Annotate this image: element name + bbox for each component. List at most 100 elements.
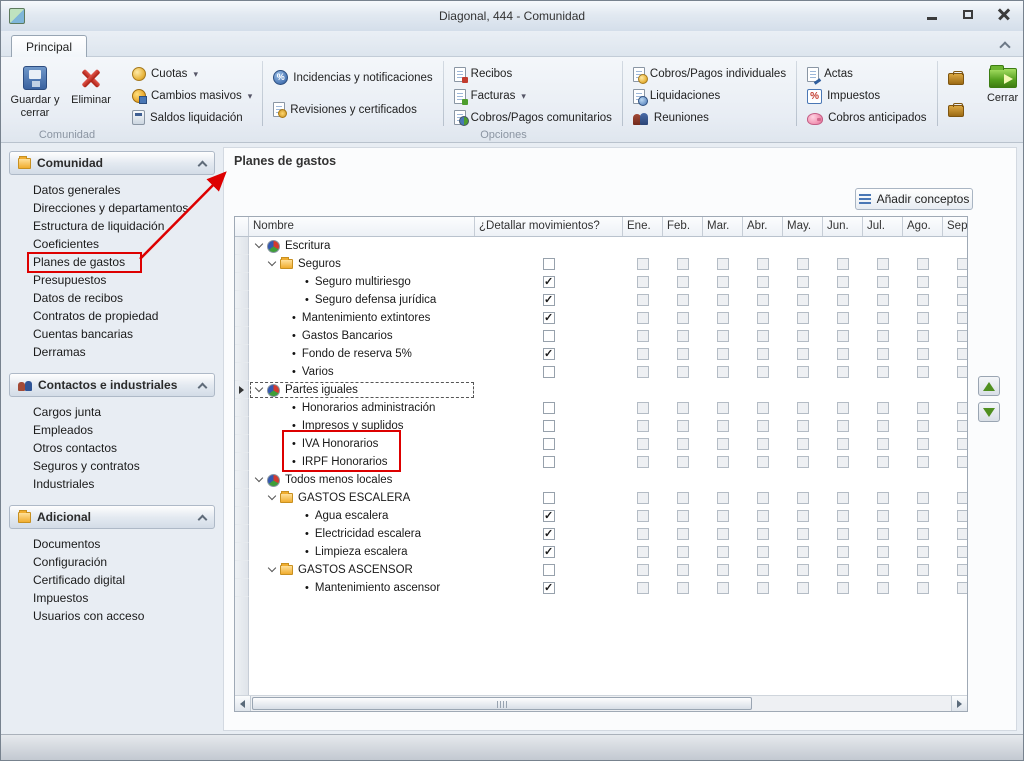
- grid-row-honorarios-administracion[interactable]: •Honorarios administración: [235, 399, 968, 417]
- detail-checkbox[interactable]: [543, 420, 555, 432]
- month-checkbox[interactable]: [877, 348, 889, 360]
- detail-checkbox[interactable]: [543, 456, 555, 468]
- column-header-abr[interactable]: Abr.: [743, 217, 783, 236]
- row-selector[interactable]: [235, 561, 249, 579]
- month-checkbox[interactable]: [837, 438, 849, 450]
- month-checkbox[interactable]: [877, 492, 889, 504]
- tree-node[interactable]: •Mantenimiento ascensor: [249, 579, 475, 597]
- detail-checkbox[interactable]: [543, 402, 555, 414]
- row-selector[interactable]: [235, 381, 249, 399]
- row-selector[interactable]: [235, 579, 249, 597]
- tree-node[interactable]: GASTOS ASCENSOR: [249, 561, 475, 579]
- tree-node[interactable]: •IRPF Honorarios: [249, 453, 475, 471]
- grid-row-todos-menos-locales[interactable]: Todos menos locales: [235, 471, 968, 489]
- tree-node[interactable]: •Seguro defensa jurídica: [249, 291, 475, 309]
- detail-checkbox[interactable]: [543, 492, 555, 504]
- tree-node[interactable]: •Mantenimiento extintores: [249, 309, 475, 327]
- month-checkbox[interactable]: [837, 366, 849, 378]
- month-checkbox[interactable]: [837, 294, 849, 306]
- ribbon-button-cobros-anticipados[interactable]: Cobros anticipados: [807, 109, 926, 126]
- tree-node[interactable]: •Limpieza escalera: [249, 543, 475, 561]
- month-checkbox[interactable]: [757, 312, 769, 324]
- month-checkbox[interactable]: [677, 564, 689, 576]
- sidebar-item-documentos[interactable]: Documentos: [9, 535, 215, 553]
- month-checkbox[interactable]: [797, 258, 809, 270]
- delete-button[interactable]: Eliminar: [63, 61, 119, 126]
- month-checkbox[interactable]: [957, 456, 968, 468]
- month-checkbox[interactable]: [837, 312, 849, 324]
- month-checkbox[interactable]: [917, 276, 929, 288]
- month-checkbox[interactable]: [957, 312, 968, 324]
- tree-node[interactable]: •Gastos Bancarios: [249, 327, 475, 345]
- month-checkbox[interactable]: [837, 348, 849, 360]
- sidebar-item-cuentas-bancarias[interactable]: Cuentas bancarias: [9, 325, 215, 343]
- month-checkbox[interactable]: [717, 582, 729, 594]
- column-header-jul[interactable]: Jul.: [863, 217, 903, 236]
- row-selector[interactable]: [235, 525, 249, 543]
- month-checkbox[interactable]: [637, 402, 649, 414]
- ribbon-button-incidencias-y-notificaciones[interactable]: Incidencias y notificaciones: [273, 69, 432, 87]
- row-selector[interactable]: [235, 417, 249, 435]
- month-checkbox[interactable]: [757, 330, 769, 342]
- month-checkbox[interactable]: [917, 294, 929, 306]
- tree-node[interactable]: Seguros: [249, 255, 475, 273]
- month-checkbox[interactable]: [717, 456, 729, 468]
- month-checkbox[interactable]: [877, 510, 889, 522]
- sidebar-item-empleados[interactable]: Empleados: [9, 421, 215, 439]
- month-checkbox[interactable]: [957, 276, 968, 288]
- month-checkbox[interactable]: [717, 258, 729, 270]
- month-checkbox[interactable]: [917, 546, 929, 558]
- ribbon-button-liquidaciones[interactable]: Liquidaciones: [633, 88, 786, 105]
- detail-checkbox[interactable]: [543, 312, 555, 324]
- month-checkbox[interactable]: [637, 330, 649, 342]
- month-checkbox[interactable]: [877, 366, 889, 378]
- grid-row-seguro-multiriesgo[interactable]: •Seguro multiriesgo: [235, 273, 968, 291]
- column-header-mar[interactable]: Mar.: [703, 217, 743, 236]
- tree-node[interactable]: •Impresos y suplidos: [249, 417, 475, 435]
- month-checkbox[interactable]: [637, 438, 649, 450]
- row-selector[interactable]: [235, 471, 249, 489]
- month-checkbox[interactable]: [677, 312, 689, 324]
- grid-row-gastos-bancarios[interactable]: •Gastos Bancarios: [235, 327, 968, 345]
- month-checkbox[interactable]: [917, 330, 929, 342]
- add-concepts-button[interactable]: Añadir conceptos: [855, 188, 973, 210]
- save-and-close-button[interactable]: Guardar y cerrar: [7, 61, 63, 126]
- close-view-button[interactable]: Cerrar: [977, 61, 1024, 126]
- month-checkbox[interactable]: [677, 258, 689, 270]
- month-checkbox[interactable]: [717, 348, 729, 360]
- month-checkbox[interactable]: [837, 528, 849, 540]
- sidebar-item-usuarios-con-acceso[interactable]: Usuarios con acceso: [9, 607, 215, 625]
- row-selector[interactable]: [235, 543, 249, 561]
- ribbon-button-reuniones[interactable]: Reuniones: [633, 109, 786, 126]
- month-checkbox[interactable]: [797, 312, 809, 324]
- month-checkbox[interactable]: [677, 492, 689, 504]
- detail-checkbox[interactable]: [543, 564, 555, 576]
- sidebar-item-configuracion[interactable]: Configuración: [9, 553, 215, 571]
- month-checkbox[interactable]: [637, 348, 649, 360]
- ribbon-button-cuotas[interactable]: Cuotas▾: [132, 66, 252, 83]
- tree-node[interactable]: •IVA Honorarios: [249, 435, 475, 453]
- grid-row-fondo-de-reserva-5[interactable]: •Fondo de reserva 5%: [235, 345, 968, 363]
- move-up-button[interactable]: [978, 376, 1000, 396]
- month-checkbox[interactable]: [877, 438, 889, 450]
- month-checkbox[interactable]: [717, 366, 729, 378]
- column-header-ene[interactable]: Ene.: [623, 217, 663, 236]
- tree-node[interactable]: •Fondo de reserva 5%: [249, 345, 475, 363]
- row-selector[interactable]: [235, 453, 249, 471]
- month-checkbox[interactable]: [757, 420, 769, 432]
- month-checkbox[interactable]: [757, 528, 769, 540]
- month-checkbox[interactable]: [637, 456, 649, 468]
- tree-node[interactable]: Escritura: [249, 237, 475, 255]
- move-down-button[interactable]: [978, 402, 1000, 422]
- month-checkbox[interactable]: [797, 564, 809, 576]
- expand-collapse-icon[interactable]: [255, 240, 263, 248]
- month-checkbox[interactable]: [757, 276, 769, 288]
- month-checkbox[interactable]: [637, 582, 649, 594]
- month-checkbox[interactable]: [837, 582, 849, 594]
- month-checkbox[interactable]: [877, 456, 889, 468]
- month-checkbox[interactable]: [757, 582, 769, 594]
- month-checkbox[interactable]: [717, 564, 729, 576]
- month-checkbox[interactable]: [917, 366, 929, 378]
- column-header-ago[interactable]: Ago.: [903, 217, 943, 236]
- month-checkbox[interactable]: [677, 420, 689, 432]
